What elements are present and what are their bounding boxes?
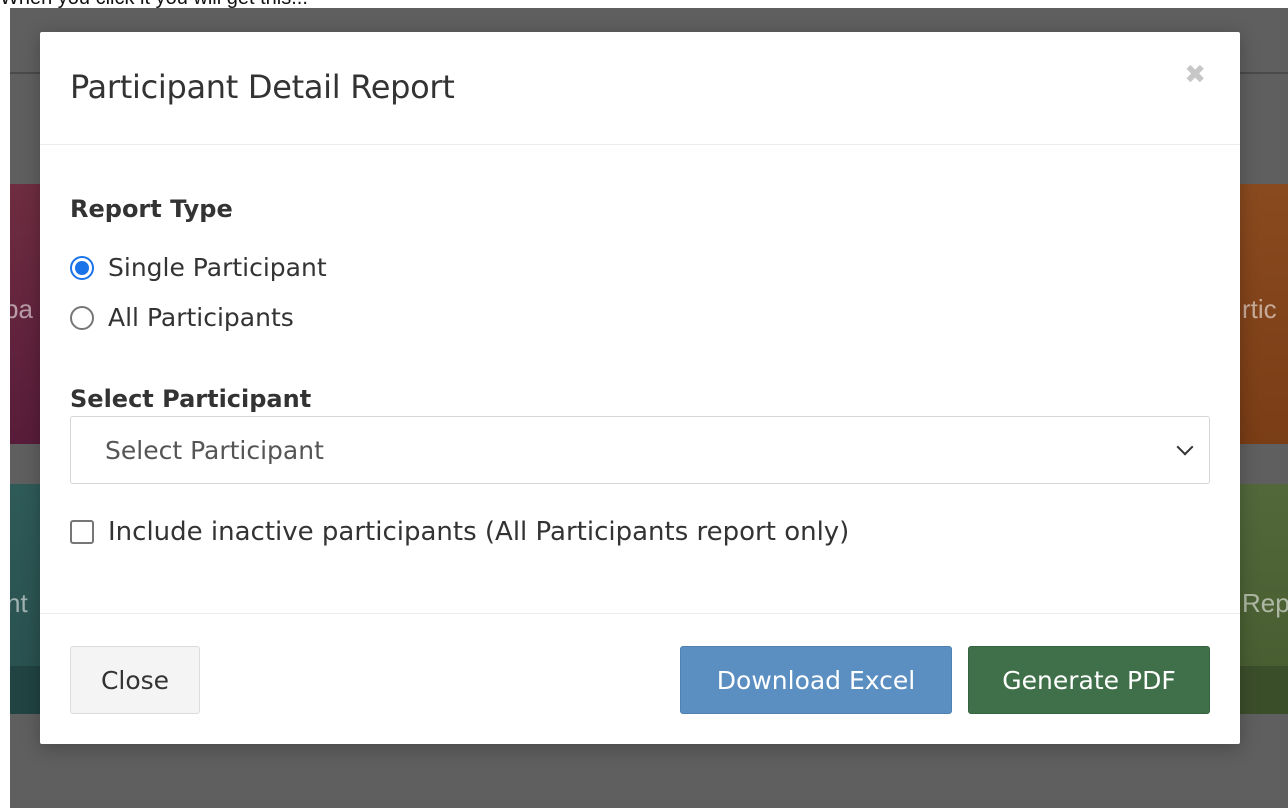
- radio-label: All Participants: [108, 303, 294, 332]
- radio-button-unchecked[interactable]: [70, 305, 94, 330]
- generate-pdf-button[interactable]: Generate PDF: [968, 646, 1210, 714]
- modal-body: Report Type Single Participant All Parti…: [40, 145, 1240, 614]
- background-tile-label: pa: [10, 294, 33, 324]
- participant-select-value: Select Participant: [105, 435, 324, 465]
- radio-single-participant[interactable]: Single Participant: [70, 253, 327, 282]
- radio-label: Single Participant: [108, 253, 327, 282]
- include-inactive-label: Include inactive participants (All Parti…: [108, 517, 850, 547]
- modal-title: Participant Detail Report: [70, 68, 455, 106]
- participant-select[interactable]: Select Participant: [70, 416, 1210, 484]
- participant-report-modal: Participant Detail Report ✖ Report Type …: [40, 32, 1240, 744]
- background-tile-label: nt: [10, 588, 28, 618]
- radio-all-participants[interactable]: All Participants: [70, 303, 294, 332]
- report-type-label: Report Type: [70, 195, 233, 223]
- close-button[interactable]: Close: [70, 646, 200, 714]
- radio-button-checked[interactable]: [70, 255, 94, 280]
- modal-footer: Close Download Excel Generate PDF: [40, 614, 1240, 744]
- select-participant-label: Select Participant: [70, 385, 312, 413]
- close-icon[interactable]: ✖: [1184, 62, 1206, 88]
- include-inactive-checkbox[interactable]: [70, 520, 94, 544]
- background-tile-label: rtic: [1242, 294, 1277, 324]
- chevron-down-icon: [1176, 438, 1194, 456]
- modal-header: Participant Detail Report ✖: [40, 32, 1240, 145]
- background-tile-label: Rep: [1242, 588, 1288, 618]
- include-inactive-checkbox-row[interactable]: Include inactive participants (All Parti…: [70, 517, 849, 547]
- download-excel-button[interactable]: Download Excel: [680, 646, 952, 714]
